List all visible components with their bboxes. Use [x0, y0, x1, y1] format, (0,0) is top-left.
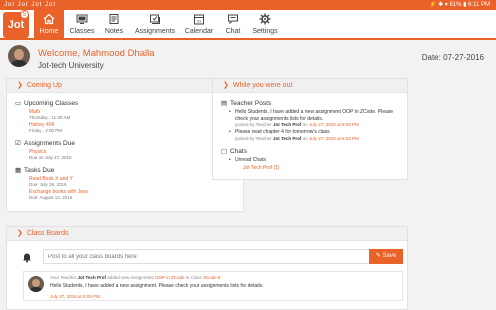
- status-left-icons: Jot Jot Jot Jot: [4, 2, 57, 8]
- avatar[interactable]: [8, 45, 30, 67]
- task-item-due: Due: August 12, 2016: [29, 195, 73, 200]
- post-icon: ▤: [221, 100, 228, 107]
- save-icon: ✎: [375, 253, 381, 259]
- assignment-item-due: Due on July 27, 2016: [29, 155, 72, 160]
- status-right: ⚡ ✱ ▾ 61% ▮ 6:11 PM: [428, 2, 490, 8]
- calendar-icon: 31: [182, 10, 216, 27]
- svg-text:31: 31: [197, 19, 202, 24]
- while-you-were-out-card: ❯ While you were out ▤ Teacher Posts • Hell…: [212, 78, 408, 180]
- gear-icon: [250, 10, 280, 27]
- nav-calendar[interactable]: 31 Calendar: [182, 10, 216, 40]
- nav-settings-label: Settings: [252, 28, 278, 35]
- nav-home-label: Home: [39, 28, 59, 35]
- class-boards-title: Class Boards: [26, 230, 69, 237]
- tasks-due-title: ▦ Tasks Due: [15, 167, 55, 174]
- feed-message: Hello Students, I have added a new assig…: [50, 283, 264, 289]
- coming-up-card: ❯ Coming Up ▭ Upcoming Classes Math Thursd…: [6, 78, 244, 212]
- teacher-posts-title: ▤ Teacher Posts: [221, 100, 272, 107]
- nav-notes-label: Notes: [104, 28, 124, 35]
- nav-assignments-label: Assignments: [134, 28, 176, 35]
- chat-icon: ▢: [221, 147, 228, 155]
- upcoming-classes-title: ▭ Upcoming Classes: [15, 100, 79, 107]
- feed-timestamp: July 27, 2016 at 6:09 PM: [50, 294, 100, 299]
- welcome-header: Welcome, Mahmood Dhalla Jot-tech Univers…: [0, 42, 496, 74]
- coming-up-header: ❯ Coming Up: [7, 79, 243, 93]
- feed-summary: Your Teacher Jot Tech Prof added new Ass…: [50, 275, 221, 280]
- notes-icon: [100, 10, 128, 27]
- nav-classes-label: Classes: [69, 28, 95, 35]
- top-nav-bar: Jot 5 Home Classes Notes Assignments 31 …: [0, 10, 496, 40]
- teacher-post: • Please read chapter 4 for tomorrow's cl…: [229, 129, 330, 135]
- bell-icon[interactable]: [21, 251, 33, 263]
- home-icon: [34, 10, 64, 27]
- nav-calendar-label: Calendar: [184, 28, 214, 35]
- notification-badge[interactable]: 5: [20, 10, 29, 19]
- chat-icon: [220, 10, 246, 27]
- checkbox-icon: ☑: [15, 140, 21, 147]
- class-boards-header: ❯ Class Boards: [7, 227, 407, 241]
- feed-class-link[interactable]: XCode 6: [203, 275, 221, 280]
- chevron-right-icon: ❯: [17, 230, 23, 237]
- welcome-greeting: Welcome, Mahmood Dhalla: [38, 48, 155, 59]
- status-bar: Jot Jot Jot Jot ⚡ ✱ ▾ 61% ▮ 6:11 PM: [0, 0, 496, 10]
- assignments-icon: [132, 10, 178, 27]
- post-author[interactable]: Jot Tech Prof: [273, 136, 301, 141]
- while-out-header: ❯ While you were out: [213, 79, 407, 93]
- save-label: Save: [382, 253, 397, 259]
- unread-chats-label: • Unread Chats: [229, 156, 266, 163]
- avatar[interactable]: [28, 276, 44, 292]
- coming-up-title: Coming Up: [26, 82, 62, 89]
- class-board-post-row: ✎ Save: [17, 249, 403, 265]
- nav-chat[interactable]: Chat: [220, 10, 246, 40]
- post-meta: posted by Teacher Jot Tech Prof on July …: [235, 135, 359, 141]
- post-meta: posted by Teacher Jot Tech Prof on July …: [235, 122, 359, 127]
- save-button[interactable]: ✎ Save: [369, 249, 403, 264]
- chevron-right-icon: ❯: [223, 82, 229, 89]
- nav-assignments[interactable]: Assignments: [132, 10, 178, 40]
- unread-chat-item[interactable]: Jot Tech Prof (1): [221, 165, 399, 171]
- nav-settings[interactable]: Settings: [250, 10, 280, 40]
- monitor-icon: ▭: [15, 100, 22, 107]
- assignments-due-title: ☑ Assignments Due: [15, 140, 75, 147]
- chevron-right-icon: ❯: [17, 82, 23, 89]
- classes-icon: [66, 10, 98, 27]
- post-author[interactable]: Jot Tech Prof: [273, 122, 301, 127]
- class-board-post-input[interactable]: [43, 249, 377, 264]
- class-board-feed-item: Your Teacher Jot Tech Prof added new Ass…: [23, 271, 403, 301]
- class-item-time: Thursday , 11:30 AM: [29, 115, 71, 120]
- feed-assignment-link[interactable]: OOP in ZCode: [155, 275, 184, 280]
- nav-chat-label: Chat: [225, 28, 241, 35]
- school-name: Jot-tech University: [38, 61, 104, 70]
- chats-title: ▢ Chats: [221, 147, 247, 155]
- nav-classes[interactable]: Classes: [66, 10, 98, 40]
- teacher-post: • Hello Students, I have added a new assi…: [229, 109, 394, 122]
- class-boards-card: ❯Class Boards ✎ Save Your Teacher Jot Te…: [6, 226, 408, 310]
- task-item-due: Due: July 28, 2016: [29, 182, 67, 187]
- calendar-icon: ▦: [15, 167, 22, 174]
- current-date: Date: 07-27-2016: [421, 53, 484, 62]
- nav-notes[interactable]: Notes: [100, 10, 128, 40]
- nav-home[interactable]: Home: [34, 10, 64, 40]
- class-item-time: Friday , 2:00 PM: [29, 128, 63, 133]
- while-out-title: While you were out: [232, 82, 293, 89]
